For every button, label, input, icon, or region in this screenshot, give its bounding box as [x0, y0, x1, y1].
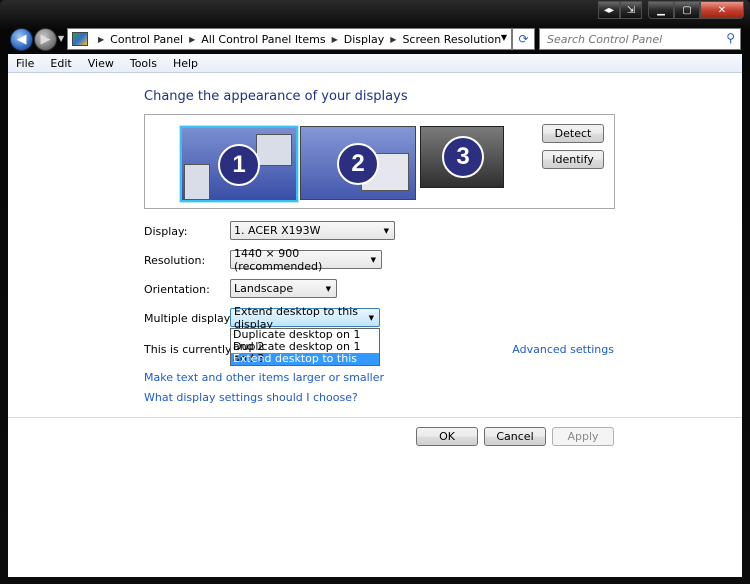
menu-edit[interactable]: Edit	[42, 57, 79, 70]
divider	[8, 417, 742, 418]
text-size-link[interactable]: Make text and other items larger or smal…	[144, 371, 384, 384]
breadcrumb-display[interactable]: Display	[344, 33, 385, 46]
switch-icon[interactable]: ◂▸	[598, 1, 620, 19]
chevron-down-icon: ▼	[325, 285, 331, 293]
minimize-button[interactable]: ▁	[648, 1, 674, 19]
multiple-displays-label: Multiple displays:	[144, 312, 240, 325]
pin-icon[interactable]: ⇲	[620, 1, 642, 19]
monitor-number: 3	[442, 136, 484, 178]
chevron-down-icon: ▼	[383, 227, 389, 235]
content-pane: Change the appearance of your displays 1…	[8, 73, 742, 577]
forward-button[interactable]: ▶	[34, 28, 57, 51]
chevron-right-icon[interactable]: ▶	[332, 35, 338, 44]
detect-button[interactable]: Detect	[542, 124, 604, 143]
chevron-right-icon[interactable]: ▶	[98, 35, 104, 44]
monitor-arrangement: 1 2 3 Detect Identify	[144, 114, 615, 209]
breadcrumb-all-items[interactable]: All Control Panel Items	[201, 33, 325, 46]
chevron-down-icon: ▼	[370, 256, 376, 264]
ok-button[interactable]: OK	[416, 427, 478, 446]
identify-button[interactable]: Identify	[542, 150, 604, 169]
resolution-value: 1440 × 900 (recommended)	[234, 246, 323, 273]
page-title: Change the appearance of your displays	[144, 89, 408, 104]
multiple-displays-value: Extend desktop to this display	[234, 304, 358, 331]
chevron-right-icon[interactable]: ▶	[189, 35, 195, 44]
menu-tools[interactable]: Tools	[122, 57, 165, 70]
window-thumbnail	[184, 164, 210, 200]
advanced-settings-link[interactable]: Advanced settings	[512, 343, 614, 356]
monitor-number: 2	[337, 143, 379, 185]
orientation-label: Orientation:	[144, 283, 210, 296]
search-box[interactable]: ⚲	[539, 28, 741, 50]
display-value: 1. ACER X193W	[234, 224, 321, 237]
breadcrumb: ▶ Control Panel ▶ All Control Panel Item…	[92, 33, 501, 46]
close-button[interactable]: ✕	[700, 1, 744, 19]
orientation-value: Landscape	[234, 282, 294, 295]
display-label: Display:	[144, 225, 188, 238]
monitor-1[interactable]: 1	[180, 126, 298, 202]
menu-bar: File Edit View Tools Help	[8, 54, 742, 73]
resolution-label: Resolution:	[144, 254, 206, 267]
chevron-down-icon[interactable]: ▼	[501, 33, 507, 42]
control-panel-icon	[72, 32, 88, 46]
chevron-right-icon[interactable]: ▶	[390, 35, 396, 44]
multiple-displays-dropdown: Duplicate desktop on 1 and 2 Duplicate d…	[230, 328, 380, 377]
recent-pages-icon[interactable]: ▼	[58, 34, 64, 43]
monitor-number: 1	[218, 144, 260, 186]
caption-buttons: ◂▸ ⇲ ▁ ▢ ✕	[598, 1, 744, 19]
display-help-link[interactable]: What display settings should I choose?	[144, 391, 358, 404]
breadcrumb-screen-resolution[interactable]: Screen Resolution	[402, 33, 501, 46]
resolution-select[interactable]: 1440 × 900 (recommended) ▼	[230, 247, 382, 273]
back-button[interactable]: ◀	[10, 28, 33, 51]
menu-help[interactable]: Help	[165, 57, 206, 70]
chevron-down-icon: ▼	[368, 314, 374, 322]
orientation-select[interactable]: Landscape ▼	[230, 279, 337, 298]
breadcrumb-control-panel[interactable]: Control Panel	[110, 33, 183, 46]
window-frame: ◂▸ ⇲ ▁ ▢ ✕ ◀ ▶ ▼ ▶ Control Panel ▶ All C…	[0, 0, 750, 584]
search-icon[interactable]: ⚲	[726, 31, 735, 45]
refresh-button[interactable]: ⟳	[512, 28, 535, 50]
dropdown-option-selected[interactable]: Extend desktop to this display	[231, 353, 379, 377]
apply-button[interactable]: Apply	[552, 427, 614, 446]
address-bar[interactable]: ▶ Control Panel ▶ All Control Panel Item…	[67, 28, 512, 50]
search-input[interactable]	[545, 31, 719, 47]
monitor-3[interactable]: 3	[420, 126, 504, 188]
maximize-button[interactable]: ▢	[674, 1, 700, 19]
window-thumbnail	[256, 134, 292, 166]
multiple-displays-select[interactable]: Extend desktop to this display ▼	[230, 305, 380, 331]
display-select[interactable]: 1. ACER X193W ▼	[230, 221, 395, 240]
monitor-2[interactable]: 2	[300, 126, 416, 200]
menu-file[interactable]: File	[8, 57, 42, 70]
menu-view[interactable]: View	[80, 57, 122, 70]
cancel-button[interactable]: Cancel	[484, 427, 546, 446]
